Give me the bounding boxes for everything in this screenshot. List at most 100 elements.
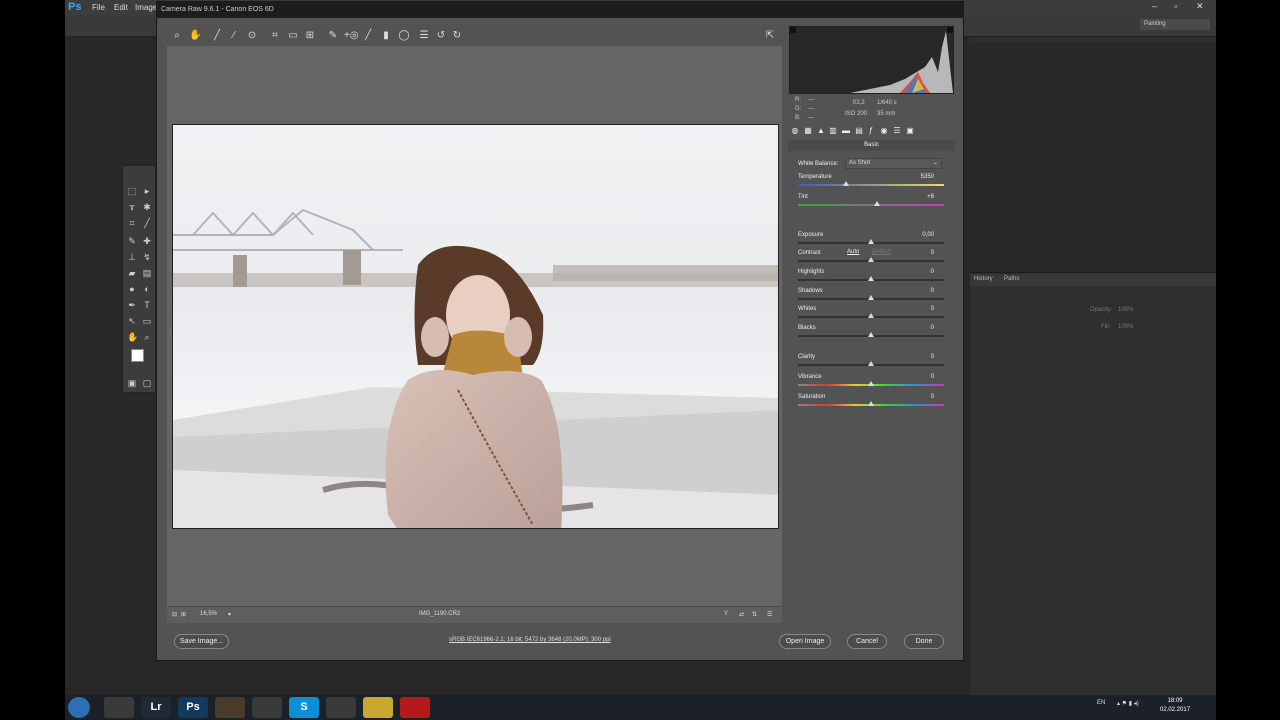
maximize-button[interactable]: ▫: [1174, 1, 1177, 11]
path-select-icon[interactable]: ↖: [127, 316, 137, 326]
spot-removal-icon[interactable]: ✎: [327, 30, 339, 42]
close-button[interactable]: ✕: [1196, 1, 1204, 12]
straighten-icon[interactable]: ▭: [287, 30, 299, 42]
language-indicator[interactable]: EN: [1097, 700, 1105, 706]
crop-icon[interactable]: ⌗: [269, 30, 281, 42]
radial-filter-icon[interactable]: ◯: [398, 30, 410, 42]
done-button[interactable]: Done: [904, 634, 944, 649]
slider-vibrance[interactable]: Vibrance 0: [798, 374, 944, 392]
slider-contrast[interactable]: Contrast 0: [798, 250, 944, 268]
file-explorer-icon[interactable]: [326, 697, 356, 718]
tab-history[interactable]: History: [974, 276, 993, 282]
tone-curve-tab-icon[interactable]: ▦: [803, 126, 813, 136]
contrast-thumb[interactable]: [868, 257, 874, 262]
swap-icon[interactable]: ⇅: [752, 611, 757, 618]
vibrance-thumb[interactable]: [868, 381, 874, 386]
hand-tool-icon[interactable]: ✋: [127, 332, 138, 342]
tint-track[interactable]: [798, 204, 944, 206]
lens-tab-icon[interactable]: ▤: [854, 126, 864, 136]
zoom-dropdown-icon[interactable]: ▾: [228, 611, 231, 618]
workspace-switcher[interactable]: Painting: [1140, 19, 1210, 30]
shape-tool-icon[interactable]: ▭: [142, 316, 152, 326]
rotate-ccw-icon[interactable]: ↺: [435, 30, 447, 42]
slider-saturation[interactable]: Saturation 0: [798, 394, 944, 412]
minimize-button[interactable]: –: [1152, 1, 1157, 11]
basic-tab-icon[interactable]: ◍: [790, 126, 800, 136]
presets-tab-icon[interactable]: ☰: [892, 126, 902, 136]
fill-field[interactable]: 100%: [1118, 324, 1133, 330]
slider-tint[interactable]: Tint +8: [798, 194, 944, 212]
healing-tool-icon[interactable]: ✚: [142, 236, 152, 246]
zoom-icon[interactable]: ⌕: [171, 30, 183, 42]
detail-tab-icon[interactable]: ▲: [816, 126, 826, 136]
settings-app-icon[interactable]: [215, 697, 245, 718]
preferences-icon[interactable]: ☰: [418, 30, 430, 42]
white-balance-icon[interactable]: ╱: [211, 30, 223, 42]
zoom-out-icon[interactable]: ⊟: [172, 611, 177, 618]
chrome-icon[interactable]: [252, 697, 282, 718]
workflow-options-link[interactable]: sRGB IEC61966-2.1; 16 bit; 5472 by 3648 …: [449, 637, 611, 643]
rotate-cw-icon[interactable]: ↻: [451, 30, 463, 42]
photo-preview[interactable]: [172, 124, 779, 529]
pen-tool-icon[interactable]: ✒: [127, 300, 137, 310]
whites-thumb[interactable]: [868, 313, 874, 318]
windows-start-icon[interactable]: [68, 697, 90, 718]
clock-app-icon[interactable]: [104, 697, 134, 718]
fullscreen-icon[interactable]: ⇱: [764, 30, 776, 42]
whites-value[interactable]: 0: [931, 306, 934, 312]
slider-highlights[interactable]: Highlights 0: [798, 269, 944, 287]
cancel-button[interactable]: Cancel: [847, 634, 887, 649]
quick-mask-icon[interactable]: ▣: [127, 378, 137, 388]
target-adjust-icon[interactable]: ⊙: [246, 30, 258, 42]
save-image-button[interactable]: Save Image...: [174, 634, 229, 649]
lasso-tool-icon[interactable]: ɤ: [127, 202, 137, 212]
blacks-value[interactable]: 0: [931, 325, 934, 331]
dodge-tool-icon[interactable]: ◐: [142, 284, 152, 294]
shadows-thumb[interactable]: [868, 295, 874, 300]
blur-tool-icon[interactable]: ●: [127, 284, 137, 294]
menu-file[interactable]: File: [92, 3, 105, 12]
slider-shadows[interactable]: Shadows 0: [798, 288, 944, 306]
clarity-value[interactable]: 0: [931, 354, 934, 360]
saturation-value[interactable]: 0: [931, 394, 934, 400]
red-eye-icon[interactable]: +◎: [344, 30, 359, 42]
brush-tool-icon[interactable]: ✎: [127, 236, 137, 246]
tint-thumb[interactable]: [873, 201, 880, 206]
foreground-color-swatch[interactable]: [131, 349, 144, 362]
graduated-filter-icon[interactable]: ▮: [380, 30, 392, 42]
slider-blacks[interactable]: Blacks 0: [798, 325, 944, 343]
slider-whites[interactable]: Whites 0: [798, 306, 944, 324]
tray-icons[interactable]: ▴ ⚑ ▮ ◂): [1117, 700, 1139, 707]
type-tool-icon[interactable]: T: [142, 300, 152, 310]
blacks-thumb[interactable]: [868, 332, 874, 337]
zoom-tool-icon[interactable]: ⌕: [142, 332, 152, 342]
transform-icon[interactable]: ⊞: [304, 30, 316, 42]
compare-icon[interactable]: ⇄: [739, 611, 744, 618]
system-clock[interactable]: 18:09 02.02.2017: [1160, 697, 1190, 715]
temperature-thumb[interactable]: [843, 181, 850, 186]
contrast-value[interactable]: 0: [931, 250, 934, 256]
menu-image[interactable]: Image: [135, 3, 157, 12]
saturation-thumb[interactable]: [868, 401, 874, 406]
move-tool-icon[interactable]: ▸: [142, 186, 152, 196]
exposure-value[interactable]: 0,00: [922, 232, 934, 238]
color-sampler-icon[interactable]: ⁄: [228, 30, 240, 42]
highlights-thumb[interactable]: [868, 276, 874, 281]
screen-mode-icon[interactable]: ▢: [142, 378, 152, 388]
slider-clarity[interactable]: Clarity 0: [798, 354, 944, 372]
exposure-thumb[interactable]: [868, 239, 874, 244]
effects-tab-icon[interactable]: ƒ: [866, 126, 876, 136]
quick-select-icon[interactable]: ✱: [142, 202, 152, 212]
temperature-value[interactable]: 5350: [921, 174, 934, 180]
split-toning-tab-icon[interactable]: ▬: [841, 126, 851, 136]
viewer-app-icon[interactable]: [363, 697, 393, 718]
auto-link[interactable]: Auto: [847, 249, 859, 255]
settings-icon[interactable]: ☰: [767, 611, 772, 618]
shadows-value[interactable]: 0: [931, 288, 934, 294]
before-after-icon[interactable]: Y: [724, 611, 728, 617]
history-brush-icon[interactable]: ↯: [142, 252, 152, 262]
hand-icon[interactable]: ✋: [189, 30, 201, 42]
hsl-tab-icon[interactable]: ▥: [828, 126, 838, 136]
camera-calibration-tab-icon[interactable]: ◉: [879, 126, 889, 136]
zoom-level[interactable]: 16,5%: [200, 611, 217, 617]
